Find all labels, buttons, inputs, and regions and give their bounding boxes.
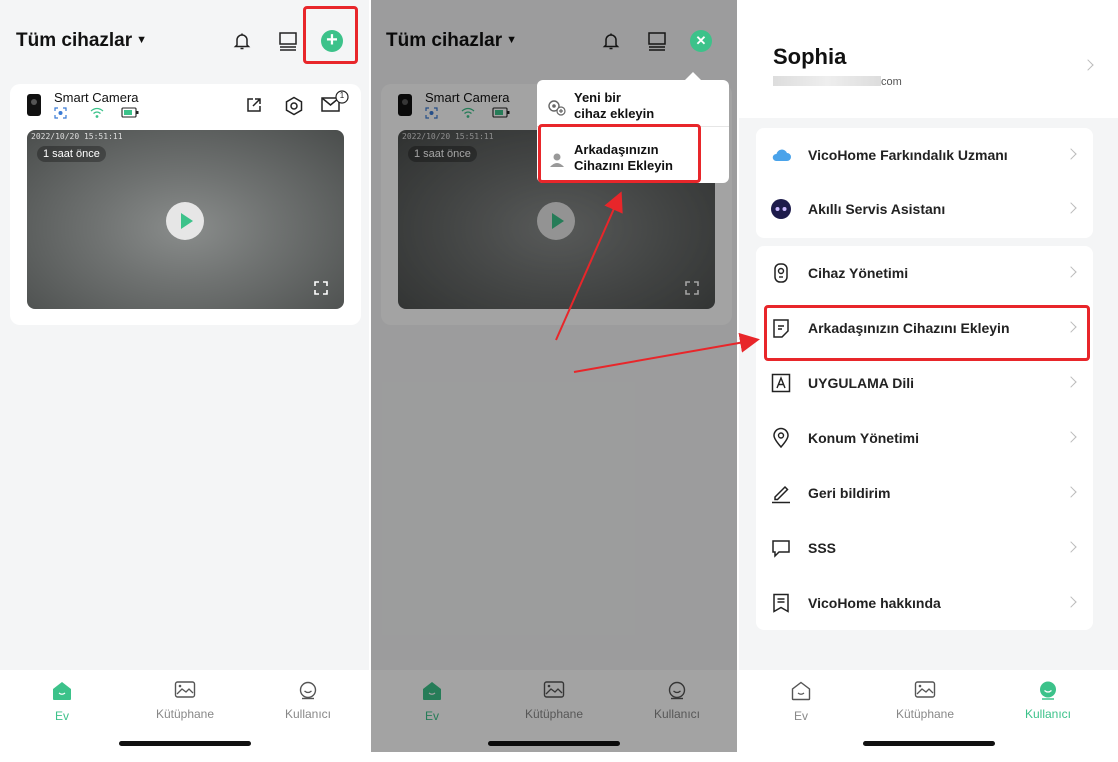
annotation-arrows	[555, 191, 760, 373]
arrow-to-menu-item	[573, 332, 760, 373]
arrow-to-popup-item	[555, 191, 623, 341]
